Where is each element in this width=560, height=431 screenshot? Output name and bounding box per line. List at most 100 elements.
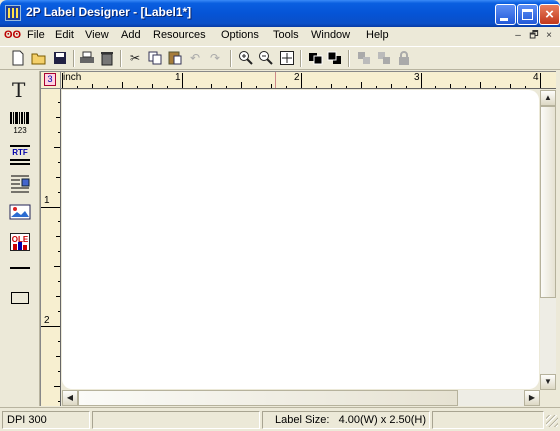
ruler-tick — [58, 131, 60, 133]
menu-options[interactable]: Options — [221, 29, 259, 41]
title-bar[interactable]: 2P Label Designer - [Label1*] × — [0, 0, 560, 27]
image-tool-icon[interactable] — [8, 201, 32, 223]
ruler-tick — [91, 84, 93, 88]
zoom-out-icon[interactable] — [258, 50, 274, 66]
ruler-tick — [54, 146, 60, 148]
ruler-tick — [420, 73, 422, 88]
fit-page-icon[interactable] — [279, 50, 295, 66]
ruler-tick — [56, 355, 60, 357]
cut-icon[interactable]: ✂ — [127, 50, 143, 66]
menu-add[interactable]: Add — [121, 29, 141, 41]
ruler-tick — [390, 84, 392, 88]
horizontal-scrollbar[interactable]: ◀ ▶ — [62, 390, 540, 406]
ruler-tick — [41, 326, 60, 327]
paste-icon[interactable] — [167, 50, 183, 66]
ruler-tick — [56, 236, 60, 238]
menu-view[interactable]: View — [85, 29, 109, 41]
ruler-unit-label: inch — [63, 72, 82, 83]
redo-icon[interactable]: ↷ — [207, 50, 223, 66]
ruler-tick — [54, 385, 60, 387]
design-area[interactable] — [62, 90, 540, 390]
rtf-tool-icon[interactable]: RTF — [8, 145, 32, 167]
ruler-corner[interactable]: 3 — [40, 71, 61, 89]
ruler-tick — [56, 176, 60, 178]
ruler-label-1: 1 — [175, 72, 181, 83]
zoom-in-icon[interactable] — [238, 50, 254, 66]
mdi-minimize-icon[interactable]: – — [512, 30, 524, 42]
barcode-digits: 123 — [13, 126, 27, 135]
send-to-back-icon[interactable] — [327, 50, 343, 66]
copy-icon[interactable] — [147, 50, 163, 66]
scroll-left-icon[interactable]: ◀ — [62, 390, 78, 406]
print-icon[interactable] — [79, 50, 95, 66]
mdi-close-icon[interactable]: × — [543, 30, 555, 42]
ruler-tick — [56, 296, 60, 298]
ruler-tick — [211, 84, 213, 88]
ruler-tick — [226, 86, 228, 88]
ruler-tick — [58, 161, 60, 163]
mdi-restore-icon[interactable]: 🗗 — [528, 30, 540, 42]
menu-window[interactable]: Window — [311, 29, 350, 41]
scroll-up-icon[interactable]: ▲ — [540, 90, 556, 106]
menu-help[interactable]: Help — [366, 29, 389, 41]
rectangle-tool-icon[interactable] — [8, 287, 32, 309]
ruler-tick — [256, 86, 258, 88]
scroll-down-icon[interactable]: ▼ — [540, 374, 556, 390]
new-file-icon[interactable] — [10, 50, 26, 66]
save-icon[interactable] — [52, 50, 68, 66]
undo-icon[interactable]: ↶ — [187, 50, 203, 66]
ruler-tick — [315, 86, 317, 88]
line-tool-icon[interactable] — [8, 257, 32, 279]
close-button[interactable]: × — [539, 4, 560, 25]
barcode-tool-icon[interactable]: 123 — [8, 111, 32, 135]
ruler-tick — [54, 266, 60, 268]
scroll-right-icon[interactable]: ▶ — [524, 390, 540, 406]
cursor-position-marker — [275, 72, 276, 88]
ole-tool-icon[interactable]: OLE — [8, 231, 32, 253]
horizontal-ruler[interactable]: inch 1 2 3 4 — [61, 71, 556, 89]
menu-file[interactable]: File — [27, 29, 45, 41]
bring-to-front-icon[interactable] — [308, 50, 324, 66]
ruler-tick — [540, 73, 541, 88]
tool-palette: T 123 RTF OLE — [0, 71, 40, 406]
menu-resources[interactable]: Resources — [153, 29, 206, 41]
ruler-label-3: 3 — [414, 72, 420, 83]
ruler-tick — [495, 86, 497, 88]
document-icon[interactable]: ʘʘ — [4, 29, 21, 43]
ruler-tick — [301, 73, 302, 88]
menu-edit[interactable]: Edit — [55, 29, 74, 41]
picture-text-tool-icon[interactable] — [8, 173, 32, 195]
lock-icon[interactable] — [396, 50, 412, 66]
group-icon[interactable] — [356, 50, 372, 66]
vertical-ruler[interactable]: 1 2 — [40, 89, 61, 406]
ruler-tick — [41, 206, 60, 208]
ruler-tick — [181, 73, 183, 88]
ruler-tick — [58, 221, 60, 223]
ruler-label-4: 4 — [533, 72, 539, 83]
resize-grip-icon[interactable] — [546, 415, 558, 427]
ruler-tick — [330, 84, 332, 88]
ruler-tick — [58, 340, 60, 342]
text-tool-icon[interactable]: T — [8, 78, 32, 102]
trash-icon[interactable] — [99, 50, 115, 66]
horizontal-scroll-thumb[interactable] — [78, 390, 458, 406]
ruler-tick — [525, 86, 527, 88]
app-icon[interactable] — [5, 5, 21, 21]
ruler-corner-badge: 3 — [44, 73, 56, 86]
vertical-scroll-thumb[interactable] — [540, 106, 556, 298]
ruler-tick — [62, 73, 63, 88]
maximize-button[interactable] — [517, 4, 538, 25]
vertical-scrollbar[interactable]: ▲ ▼ — [540, 90, 556, 390]
ruler-tick — [58, 400, 60, 402]
ruler-tick — [151, 84, 153, 88]
open-folder-icon[interactable] — [31, 50, 47, 66]
ruler-tick — [465, 86, 467, 88]
label-canvas[interactable] — [62, 90, 539, 389]
ruler-tick — [345, 86, 347, 88]
menu-tools[interactable]: Tools — [273, 29, 299, 41]
ruler-label-2: 2 — [294, 72, 300, 83]
minimize-button[interactable] — [495, 4, 516, 25]
ruler-tick — [106, 86, 108, 88]
ungroup-icon[interactable] — [376, 50, 392, 66]
scroll-corner — [540, 390, 556, 406]
